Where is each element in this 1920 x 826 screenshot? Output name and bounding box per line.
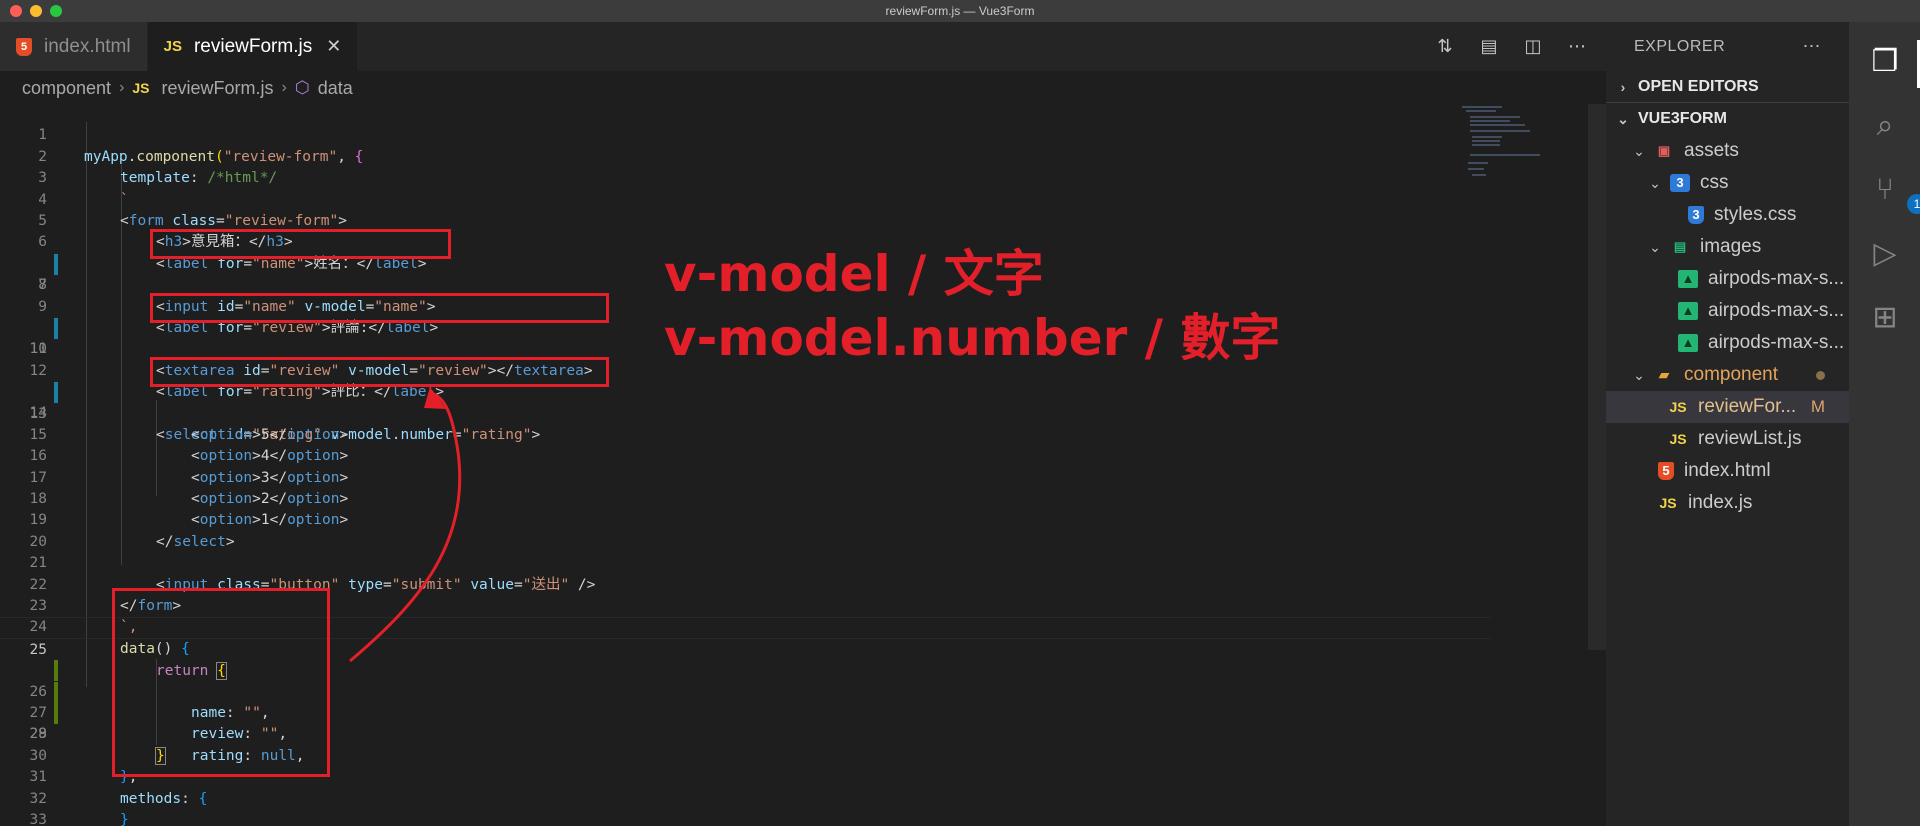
image-file-icon: ▲ xyxy=(1678,270,1698,288)
minimize-window-button[interactable] xyxy=(30,5,42,17)
chevron-down-icon: ⌄ xyxy=(1649,238,1661,255)
component-folder-icon: ▰ xyxy=(1659,367,1669,382)
tree-label: styles.css xyxy=(1714,204,1797,225)
tree-label: reviewList.js xyxy=(1698,428,1802,449)
explorer-sidebar: EXPLORER ⋯ › OPEN EDITORS ⌄ VUE3FORM ⌄ ▣… xyxy=(1606,22,1849,826)
project-section[interactable]: ⌄ VUE3FORM xyxy=(1606,103,1849,135)
js-icon: JS xyxy=(1659,495,1677,511)
explorer-files-icon[interactable]: ❐ xyxy=(1867,44,1903,80)
search-icon[interactable]: ⌕ xyxy=(1867,108,1903,144)
run-debug-icon[interactable]: ▷ xyxy=(1867,236,1903,272)
tree-label: index.js xyxy=(1688,492,1753,513)
section-label: VUE3FORM xyxy=(1638,110,1727,127)
minimap[interactable] xyxy=(1462,104,1588,204)
chevron-down-icon: ⌄ xyxy=(1649,174,1661,191)
chevron-down-icon: ⌄ xyxy=(1633,142,1645,159)
css3-icon: 3 xyxy=(1688,206,1704,224)
tree-label: component xyxy=(1684,364,1779,385)
modified-dot-icon xyxy=(1816,370,1825,380)
vertical-scrollbar[interactable] xyxy=(1588,104,1606,650)
explorer-title: EXPLORER xyxy=(1634,37,1726,55)
scm-badge: 1 xyxy=(1907,194,1920,214)
chevron-down-icon: ⌄ xyxy=(1617,110,1629,127)
zoom-window-button[interactable] xyxy=(50,5,62,17)
tree-file-image[interactable]: ▲ airpods-max-s... xyxy=(1606,263,1849,295)
section-label: OPEN EDITORS xyxy=(1638,77,1759,95)
tree-label: images xyxy=(1700,236,1762,257)
html5-icon: 5 xyxy=(1658,462,1674,480)
tree-label: airpods-max-s... xyxy=(1708,300,1845,321)
annotation-vmodel-text: v-model / 文字 xyxy=(664,245,1044,303)
image-file-icon: ▲ xyxy=(1678,334,1698,352)
images-folder-icon: ▤ xyxy=(1673,239,1687,254)
tree-folder-component[interactable]: ⌄ ▰ component xyxy=(1606,359,1849,391)
tree-label: airpods-max-s... xyxy=(1708,332,1845,353)
tree-folder-assets[interactable]: ⌄ ▣ assets xyxy=(1606,135,1849,167)
tree-folder-css[interactable]: ⌄ 3 css xyxy=(1606,167,1849,199)
annotation-arrow xyxy=(349,387,462,663)
tree-folder-images[interactable]: ⌄ ▤ images xyxy=(1606,231,1849,263)
git-status-badge: M xyxy=(1810,397,1825,416)
js-icon: JS xyxy=(1669,431,1687,447)
tree-label: reviewFor... xyxy=(1698,396,1797,417)
tree-label: airpods-max-s... xyxy=(1708,268,1845,289)
tree-file-image[interactable]: ▲ airpods-max-s... xyxy=(1606,327,1849,359)
window-controls xyxy=(10,5,62,17)
window-title: reviewForm.js — Vue3Form xyxy=(885,4,1035,18)
chevron-right-icon: › xyxy=(1620,78,1626,95)
tree-label: assets xyxy=(1684,140,1739,161)
annotation-vmodel-number: v-model.number / 數字 xyxy=(664,309,1281,367)
explorer-header: EXPLORER ⋯ xyxy=(1606,22,1849,71)
tree-label: css xyxy=(1700,172,1729,193)
tree-file-reviewform-js[interactable]: JS reviewFor... M xyxy=(1606,391,1849,423)
tree-label: index.html xyxy=(1684,460,1771,481)
tree-file-image[interactable]: ▲ airpods-max-s... xyxy=(1606,295,1849,327)
editor-group: 5 index.html JS reviewForm.js ✕ ⇅ ▤ ◫ ⋯ … xyxy=(0,22,1606,826)
open-editors-section[interactable]: › OPEN EDITORS xyxy=(1606,71,1849,103)
source-control-icon[interactable]: ⑂ 1 xyxy=(1867,172,1920,214)
tree-file-index-js[interactable]: JS index.js xyxy=(1606,487,1849,519)
css-folder-icon: 3 xyxy=(1670,174,1690,192)
extensions-icon[interactable]: ⊞ xyxy=(1867,300,1903,336)
chevron-down-icon: ⌄ xyxy=(1633,366,1645,383)
close-window-button[interactable] xyxy=(10,5,22,17)
more-actions-icon[interactable]: ⋯ xyxy=(1803,36,1822,57)
assets-folder-icon: ▣ xyxy=(1657,143,1671,158)
activity-bar: ❐ ⌕ ⑂ 1 ▷ ⊞ xyxy=(1849,22,1920,826)
image-file-icon: ▲ xyxy=(1678,302,1698,320)
window-titlebar: reviewForm.js — Vue3Form xyxy=(0,0,1920,22)
tree-file-styles-css[interactable]: 3 styles.css xyxy=(1606,199,1849,231)
js-icon: JS xyxy=(1669,399,1687,415)
tree-file-index-html[interactable]: 5 index.html xyxy=(1606,455,1849,487)
tree-file-reviewlist-js[interactable]: JS reviewList.js xyxy=(1606,423,1849,455)
